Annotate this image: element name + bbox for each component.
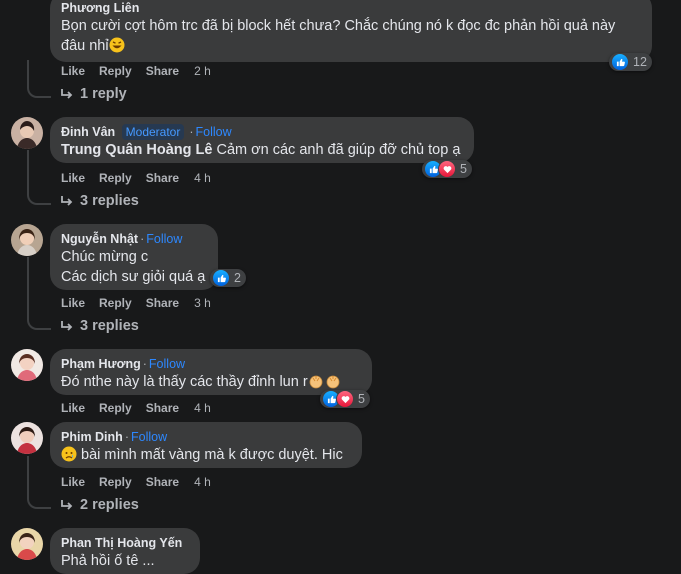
view-replies-button[interactable]: 3 replies (60, 318, 139, 334)
reaction-summary[interactable]: 5 (422, 160, 472, 178)
comment-text: Các dịch sư giỏi quá ạ (61, 269, 206, 285)
thread-line (27, 60, 51, 98)
like-button[interactable]: Like (61, 64, 85, 78)
follow-button[interactable]: Follow (196, 125, 232, 139)
comment-author[interactable]: Phim Dinh (61, 430, 123, 444)
share-button[interactable]: Share (146, 171, 179, 185)
laughing-emoji-icon (109, 37, 125, 59)
comment-actions: Like Reply Share 3 h (61, 296, 211, 310)
comment-text: Đó nthe này là thấy các thầy đỉnh lun r (61, 374, 308, 390)
comment-timestamp[interactable]: 4 h (194, 401, 211, 415)
reaction-count: 5 (460, 162, 467, 176)
view-replies-button[interactable]: 2 replies (60, 497, 139, 513)
share-button[interactable]: Share (146, 401, 179, 415)
comment-actions: Like Reply Share 4 h (61, 171, 211, 185)
comment-text: Phả hồi ố tê ... (61, 553, 155, 569)
comment-timestamp[interactable]: 4 h (194, 171, 211, 185)
reaction-count: 12 (633, 55, 647, 69)
comment-text: Bọn cười cợt hôm trc đã bị block hết chư… (61, 18, 616, 34)
like-reaction-icon (212, 269, 230, 287)
like-button[interactable]: Like (61, 401, 85, 415)
avatar[interactable] (11, 349, 43, 381)
comment-bubble: Phạm Hương · Follow Đó nthe này là thấy cá… (50, 349, 372, 395)
comment-actions: Like Reply Share 4 h (61, 475, 211, 489)
comment-actions: Like Reply Share 4 h (61, 401, 211, 415)
reply-button[interactable]: Reply (99, 171, 132, 185)
reply-button[interactable]: Reply (99, 64, 132, 78)
reply-button[interactable]: Reply (99, 296, 132, 310)
comment-bubble: Phương Liên Bọn cười cợt hôm trc đã bị b… (50, 0, 652, 62)
comment-actions: Like Reply Share 2 h (61, 64, 211, 78)
like-button[interactable]: Like (61, 171, 85, 185)
comment-timestamp[interactable]: 3 h (194, 296, 211, 310)
follow-button[interactable]: Follow (146, 232, 182, 246)
comment-author[interactable]: Phạm Hương (61, 357, 141, 371)
thread-line (27, 456, 51, 509)
reply-arrow-icon (61, 89, 73, 99)
avatar[interactable] (11, 422, 43, 454)
reaction-summary[interactable]: 5 (320, 390, 370, 408)
love-reaction-icon (438, 160, 456, 178)
view-replies-button[interactable]: 3 replies (60, 193, 139, 209)
follow-button[interactable]: Follow (131, 430, 167, 444)
comment-bubble: Đinh Vân Moderator · Follow Trung Quân Hoà… (50, 117, 474, 163)
share-button[interactable]: Share (146, 296, 179, 310)
avatar[interactable] (11, 224, 43, 256)
comment-bubble: Nguyễn Nhật · Follow Chúc mừng c Các dịch … (50, 224, 218, 290)
comment-author[interactable]: Đinh Vân (61, 125, 115, 139)
follow-button[interactable]: Follow (149, 357, 185, 371)
comment-author[interactable]: Phan Thị Hoàng Yến (61, 535, 188, 551)
like-button[interactable]: Like (61, 296, 85, 310)
reaction-summary[interactable]: 2 (210, 269, 246, 287)
view-replies-button[interactable]: 1 reply (60, 86, 127, 102)
share-button[interactable]: Share (146, 475, 179, 489)
sad-face-emoji-icon (61, 446, 77, 468)
comment-bubble: Phan Thị Hoàng Yến Phả hồi ố tê ... (50, 528, 200, 574)
comment-timestamp[interactable]: 2 h (194, 64, 211, 78)
reply-button[interactable]: Reply (99, 475, 132, 489)
comment-text: bài mình mất vàng mà k được duyệt. Hic (81, 447, 343, 463)
avatar[interactable] (11, 528, 43, 560)
comment-author[interactable]: Phương Liên (61, 0, 640, 16)
mention-link[interactable]: Trung Quân Hoàng Lê (61, 142, 212, 158)
reply-arrow-icon (61, 500, 73, 510)
comment-author[interactable]: Nguyễn Nhật (61, 232, 138, 246)
moderator-badge: Moderator (121, 124, 185, 140)
comment-text: đâu nhỉ (61, 38, 109, 54)
avatar[interactable] (11, 117, 43, 149)
reply-arrow-icon (61, 321, 73, 331)
comment-bubble: Phim Dinh · Follow bài mình mất vàng mà k … (50, 422, 362, 468)
comment-text: Cảm ơn các anh đã giúp đỡ chủ top ạ (216, 142, 461, 158)
like-button[interactable]: Like (61, 475, 85, 489)
love-reaction-icon (336, 390, 354, 408)
like-reaction-icon (611, 53, 629, 71)
reply-arrow-icon (61, 196, 73, 206)
comment-text: Chúc mừng c (61, 249, 149, 265)
comment-timestamp[interactable]: 4 h (194, 475, 211, 489)
reaction-summary[interactable]: 12 (609, 53, 652, 71)
reaction-count: 5 (358, 392, 365, 406)
thread-line (27, 257, 51, 330)
thread-line (27, 150, 51, 205)
reply-button[interactable]: Reply (99, 401, 132, 415)
share-button[interactable]: Share (146, 64, 179, 78)
reaction-count: 2 (234, 271, 241, 285)
